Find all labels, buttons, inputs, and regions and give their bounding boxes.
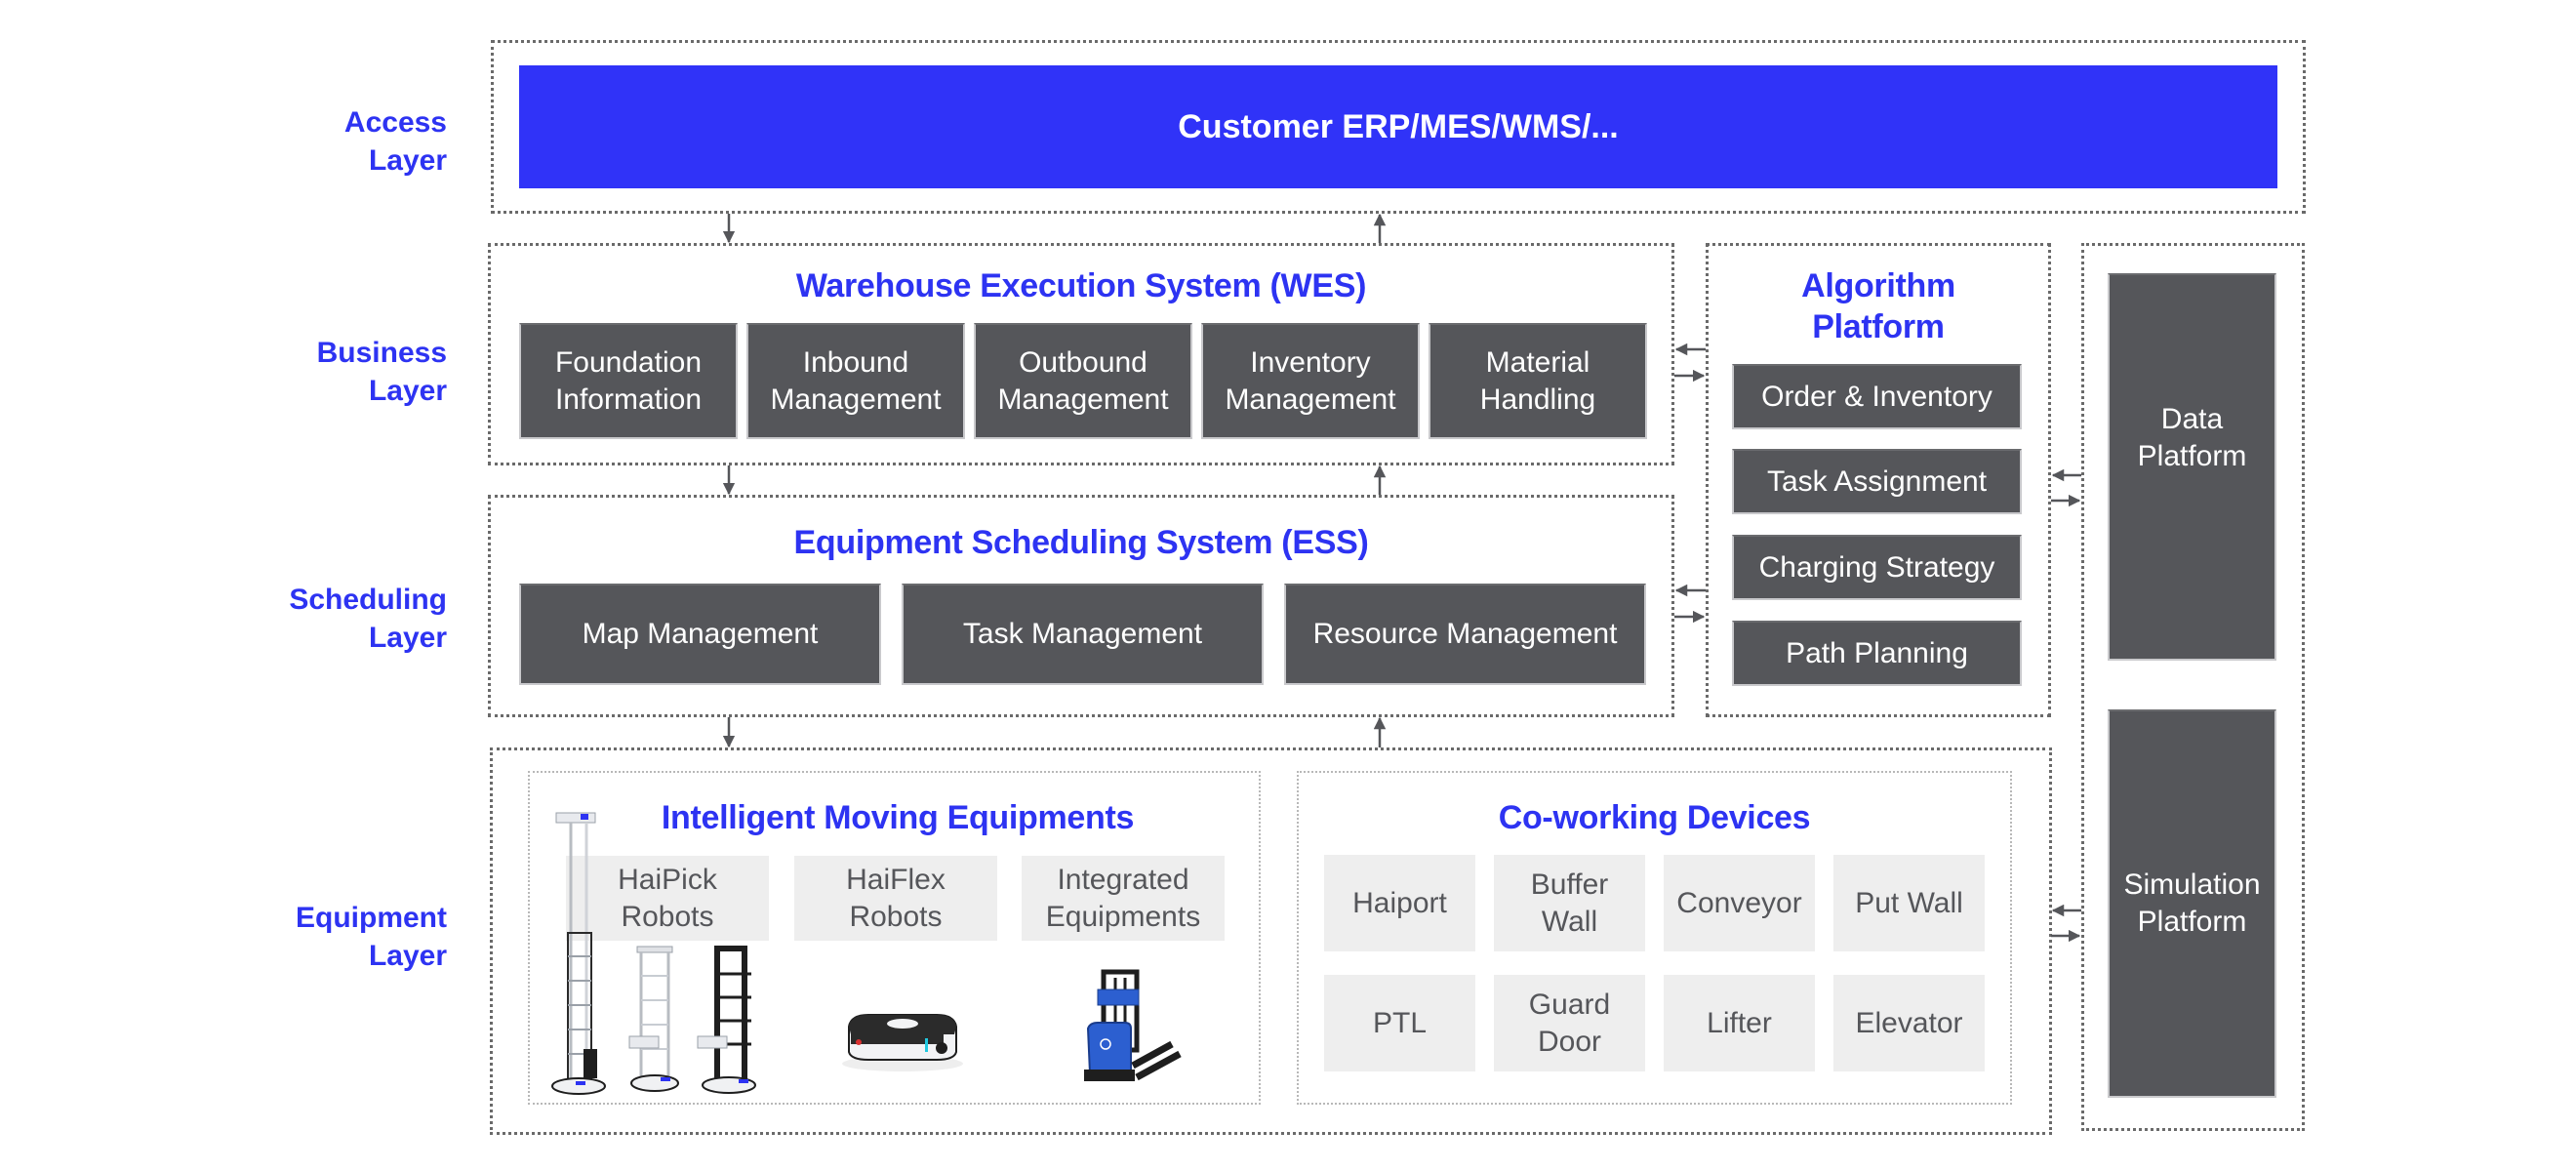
- equipment-haiflex[interactable]: HaiFlex Robots: [794, 856, 997, 941]
- data-platform[interactable]: Data Platform: [2108, 273, 2276, 661]
- device-lifter[interactable]: Lifter: [1664, 975, 1815, 1071]
- device-guard-door[interactable]: Guard Door: [1494, 975, 1645, 1071]
- forklift-icon: [1084, 969, 1182, 1081]
- device-buffer-wall[interactable]: Buffer Wall: [1494, 855, 1645, 951]
- haiflex-robot-icon: [842, 1014, 963, 1071]
- device-ptl[interactable]: PTL: [1324, 975, 1475, 1071]
- algorithm-module-path-planning[interactable]: Path Planning: [1732, 621, 2022, 686]
- haipick-robot-icon: [551, 812, 756, 1095]
- device-haiport[interactable]: Haiport: [1324, 855, 1475, 951]
- equipment-integrated[interactable]: Integrated Equipments: [1022, 856, 1225, 941]
- device-put-wall[interactable]: Put Wall: [1833, 855, 1985, 951]
- algorithm-platform-title: Algorithm Platform: [1801, 267, 1955, 345]
- device-conveyor[interactable]: Conveyor: [1664, 855, 1815, 951]
- ess-module-task[interactable]: Task Management: [902, 584, 1264, 685]
- customer-systems-label: Customer ERP/MES/WMS/...: [1178, 107, 1619, 145]
- layer-label-business: Business Layer: [316, 337, 447, 407]
- wes-module-outbound[interactable]: Outbound Management: [974, 323, 1192, 439]
- ess-module-map[interactable]: Map Management: [519, 584, 881, 685]
- wes-title: Warehouse Execution System (WES): [795, 267, 1367, 304]
- layer-label-access: Access Layer: [343, 106, 447, 177]
- ess-title: Equipment Scheduling System (ESS): [793, 524, 1369, 561]
- algorithm-module-task-assignment[interactable]: Task Assignment: [1732, 449, 2022, 514]
- coworking-devices-title: Co-working Devices: [1498, 799, 1811, 836]
- simulation-platform[interactable]: Simulation Platform: [2108, 709, 2276, 1098]
- algorithm-module-charging-strategy[interactable]: Charging Strategy: [1732, 535, 2022, 600]
- wes-module-inventory[interactable]: Inventory Management: [1201, 323, 1420, 439]
- wes-module-foundation[interactable]: Foundation Information: [519, 323, 738, 439]
- device-elevator[interactable]: Elevator: [1833, 975, 1985, 1071]
- wes-module-material-handling[interactable]: Material Handling: [1429, 323, 1647, 439]
- algorithm-module-order-inventory[interactable]: Order & Inventory: [1732, 364, 2022, 429]
- wes-module-inbound[interactable]: Inbound Management: [746, 323, 965, 439]
- layer-label-scheduling: Scheduling Layer: [289, 584, 447, 654]
- customer-systems-box[interactable]: Customer ERP/MES/WMS/...: [519, 65, 2277, 188]
- layer-label-equipment: Equipment Layer: [296, 902, 447, 972]
- ess-module-resource[interactable]: Resource Management: [1284, 584, 1646, 685]
